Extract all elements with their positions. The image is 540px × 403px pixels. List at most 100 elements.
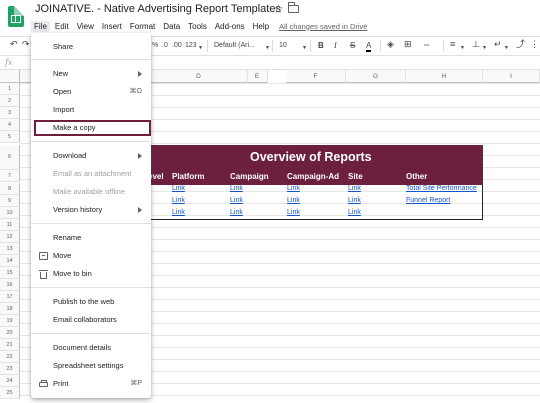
text-color-button[interactable]: A	[366, 41, 372, 52]
submenu-arrow-icon	[138, 207, 142, 213]
document-title[interactable]: JOINATIVE. - Native Advertising Report T…	[35, 3, 281, 15]
row-header[interactable]: 16	[0, 279, 20, 291]
menu-format[interactable]: Format	[127, 21, 158, 32]
menu-item-print[interactable]: Print ⌘P	[31, 376, 151, 392]
row-header[interactable]: 9	[0, 195, 20, 207]
column-header-g[interactable]: G	[346, 70, 406, 83]
row-header[interactable]: 1	[0, 83, 20, 95]
menu-item-download[interactable]: Download	[31, 148, 151, 164]
folder-icon[interactable]	[287, 2, 299, 13]
more-icon[interactable]: ⋮	[530, 39, 539, 49]
borders-icon[interactable]: ⊞	[404, 39, 412, 49]
funnel-report-link[interactable]: Funnel Report	[406, 197, 450, 204]
bold-button[interactable]: B	[318, 41, 324, 51]
menu-divider	[31, 287, 151, 288]
decrease-decimals-button[interactable]: .0	[162, 41, 168, 51]
percent-button[interactable]: %	[152, 41, 158, 51]
menu-item-open[interactable]: Open ⌘O	[31, 84, 151, 100]
column-header-f[interactable]: F	[286, 70, 346, 83]
campaign-ad-link[interactable]: Link	[287, 185, 300, 192]
site-link[interactable]: Link	[348, 209, 361, 216]
menu-tools[interactable]: Tools	[185, 21, 210, 32]
row-header[interactable]: 11	[0, 219, 20, 231]
menu-item-email-collaborators[interactable]: Email collaborators	[31, 312, 151, 328]
menu-item-import[interactable]: Import	[31, 102, 151, 118]
row-header[interactable]: 2	[0, 95, 20, 107]
campaign-ad-link[interactable]: Link	[287, 209, 300, 216]
horizontal-align-icon[interactable]: ≡	[450, 39, 455, 49]
menu-item-make-a-copy[interactable]: Make a copy	[34, 120, 151, 136]
menu-item-rename[interactable]: Rename	[31, 230, 151, 246]
toolbar-divider	[443, 40, 444, 52]
campaign-link[interactable]: Link	[230, 185, 243, 192]
row-header[interactable]: 6	[0, 145, 20, 170]
number-format-dropdown[interactable]: 123	[185, 41, 197, 51]
row-header[interactable]: 20	[0, 327, 20, 339]
row-header[interactable]: 19	[0, 315, 20, 327]
vertical-align-icon[interactable]: ⊥	[472, 39, 480, 49]
platform-link[interactable]: Link	[172, 209, 185, 216]
saved-status[interactable]: All changes saved in Drive	[279, 22, 367, 31]
site-link[interactable]: Link	[348, 197, 361, 204]
row-header[interactable]: 22	[0, 351, 20, 363]
select-all-corner[interactable]	[0, 70, 20, 83]
report-title: Overview of Reports	[250, 150, 372, 164]
strikethrough-button[interactable]: S	[350, 41, 355, 51]
row-header[interactable]: 21	[0, 339, 20, 351]
row-header[interactable]: 8	[0, 183, 20, 195]
total-site-performance-link[interactable]: Total Site Performance	[406, 185, 477, 192]
redo-icon[interactable]: ↷	[22, 39, 30, 49]
campaign-link[interactable]: Link	[230, 209, 243, 216]
font-family-dropdown[interactable]: Default (Ari...	[214, 41, 255, 51]
campaign-link[interactable]: Link	[230, 197, 243, 204]
row-header[interactable]: 7	[0, 170, 20, 182]
row-header[interactable]: 13	[0, 243, 20, 255]
sheets-logo-icon[interactable]	[8, 6, 24, 27]
menu-view[interactable]: View	[74, 21, 97, 32]
menu-item-move[interactable]: Move	[31, 248, 151, 264]
row-header[interactable]: 23	[0, 363, 20, 375]
menu-item-move-to-bin[interactable]: Move to bin	[31, 266, 151, 282]
platform-link[interactable]: Link	[172, 197, 185, 204]
row-header[interactable]: 10	[0, 207, 20, 219]
menu-item-version-history[interactable]: Version history	[31, 202, 151, 218]
menu-edit[interactable]: Edit	[52, 21, 72, 32]
menu-item-document-details[interactable]: Document details	[31, 340, 151, 356]
star-icon[interactable]: ☆	[273, 2, 284, 16]
column-header-i[interactable]: I	[483, 70, 540, 83]
italic-button[interactable]: I	[334, 41, 337, 51]
site-link[interactable]: Link	[348, 185, 361, 192]
font-size-dropdown[interactable]: 10	[279, 41, 287, 51]
menu-item-new[interactable]: New	[31, 66, 151, 82]
row-header[interactable]: 3	[0, 107, 20, 119]
menu-item-publish[interactable]: Publish to the web	[31, 294, 151, 310]
menu-addons[interactable]: Add-ons	[212, 21, 248, 32]
row-header[interactable]: 12	[0, 231, 20, 243]
menu-data[interactable]: Data	[160, 21, 183, 32]
undo-icon[interactable]: ↶	[10, 39, 18, 49]
menu-item-share[interactable]: Share	[31, 39, 151, 55]
row-header[interactable]: 15	[0, 267, 20, 279]
platform-link[interactable]: Link	[172, 185, 185, 192]
row-header[interactable]: 18	[0, 303, 20, 315]
row-header[interactable]: 4	[0, 119, 20, 131]
menu-help[interactable]: Help	[250, 21, 272, 32]
column-header-h[interactable]: H	[406, 70, 483, 83]
header-platform: Platform	[172, 172, 205, 181]
row-header[interactable]: 25	[0, 387, 20, 399]
text-rotation-icon[interactable]: ⤴	[516, 39, 525, 49]
menu-item-make-offline: Make available offline	[53, 187, 125, 196]
menu-file[interactable]: File	[31, 20, 50, 32]
increase-decimals-button[interactable]: .00	[172, 41, 182, 51]
report-title-banner[interactable]: Overview of Reports	[150, 145, 483, 170]
menu-insert[interactable]: Insert	[99, 21, 125, 32]
row-header[interactable]: 24	[0, 375, 20, 387]
merge-cells-icon[interactable]: ⇔	[422, 39, 431, 49]
row-header[interactable]: 5	[0, 131, 20, 143]
row-header[interactable]: 14	[0, 255, 20, 267]
menu-item-spreadsheet-settings[interactable]: Spreadsheet settings	[31, 358, 151, 374]
text-wrap-icon[interactable]: ↵	[494, 39, 502, 49]
fill-color-icon[interactable]: ◈	[387, 39, 394, 49]
campaign-ad-link[interactable]: Link	[287, 197, 300, 204]
row-header[interactable]: 17	[0, 291, 20, 303]
